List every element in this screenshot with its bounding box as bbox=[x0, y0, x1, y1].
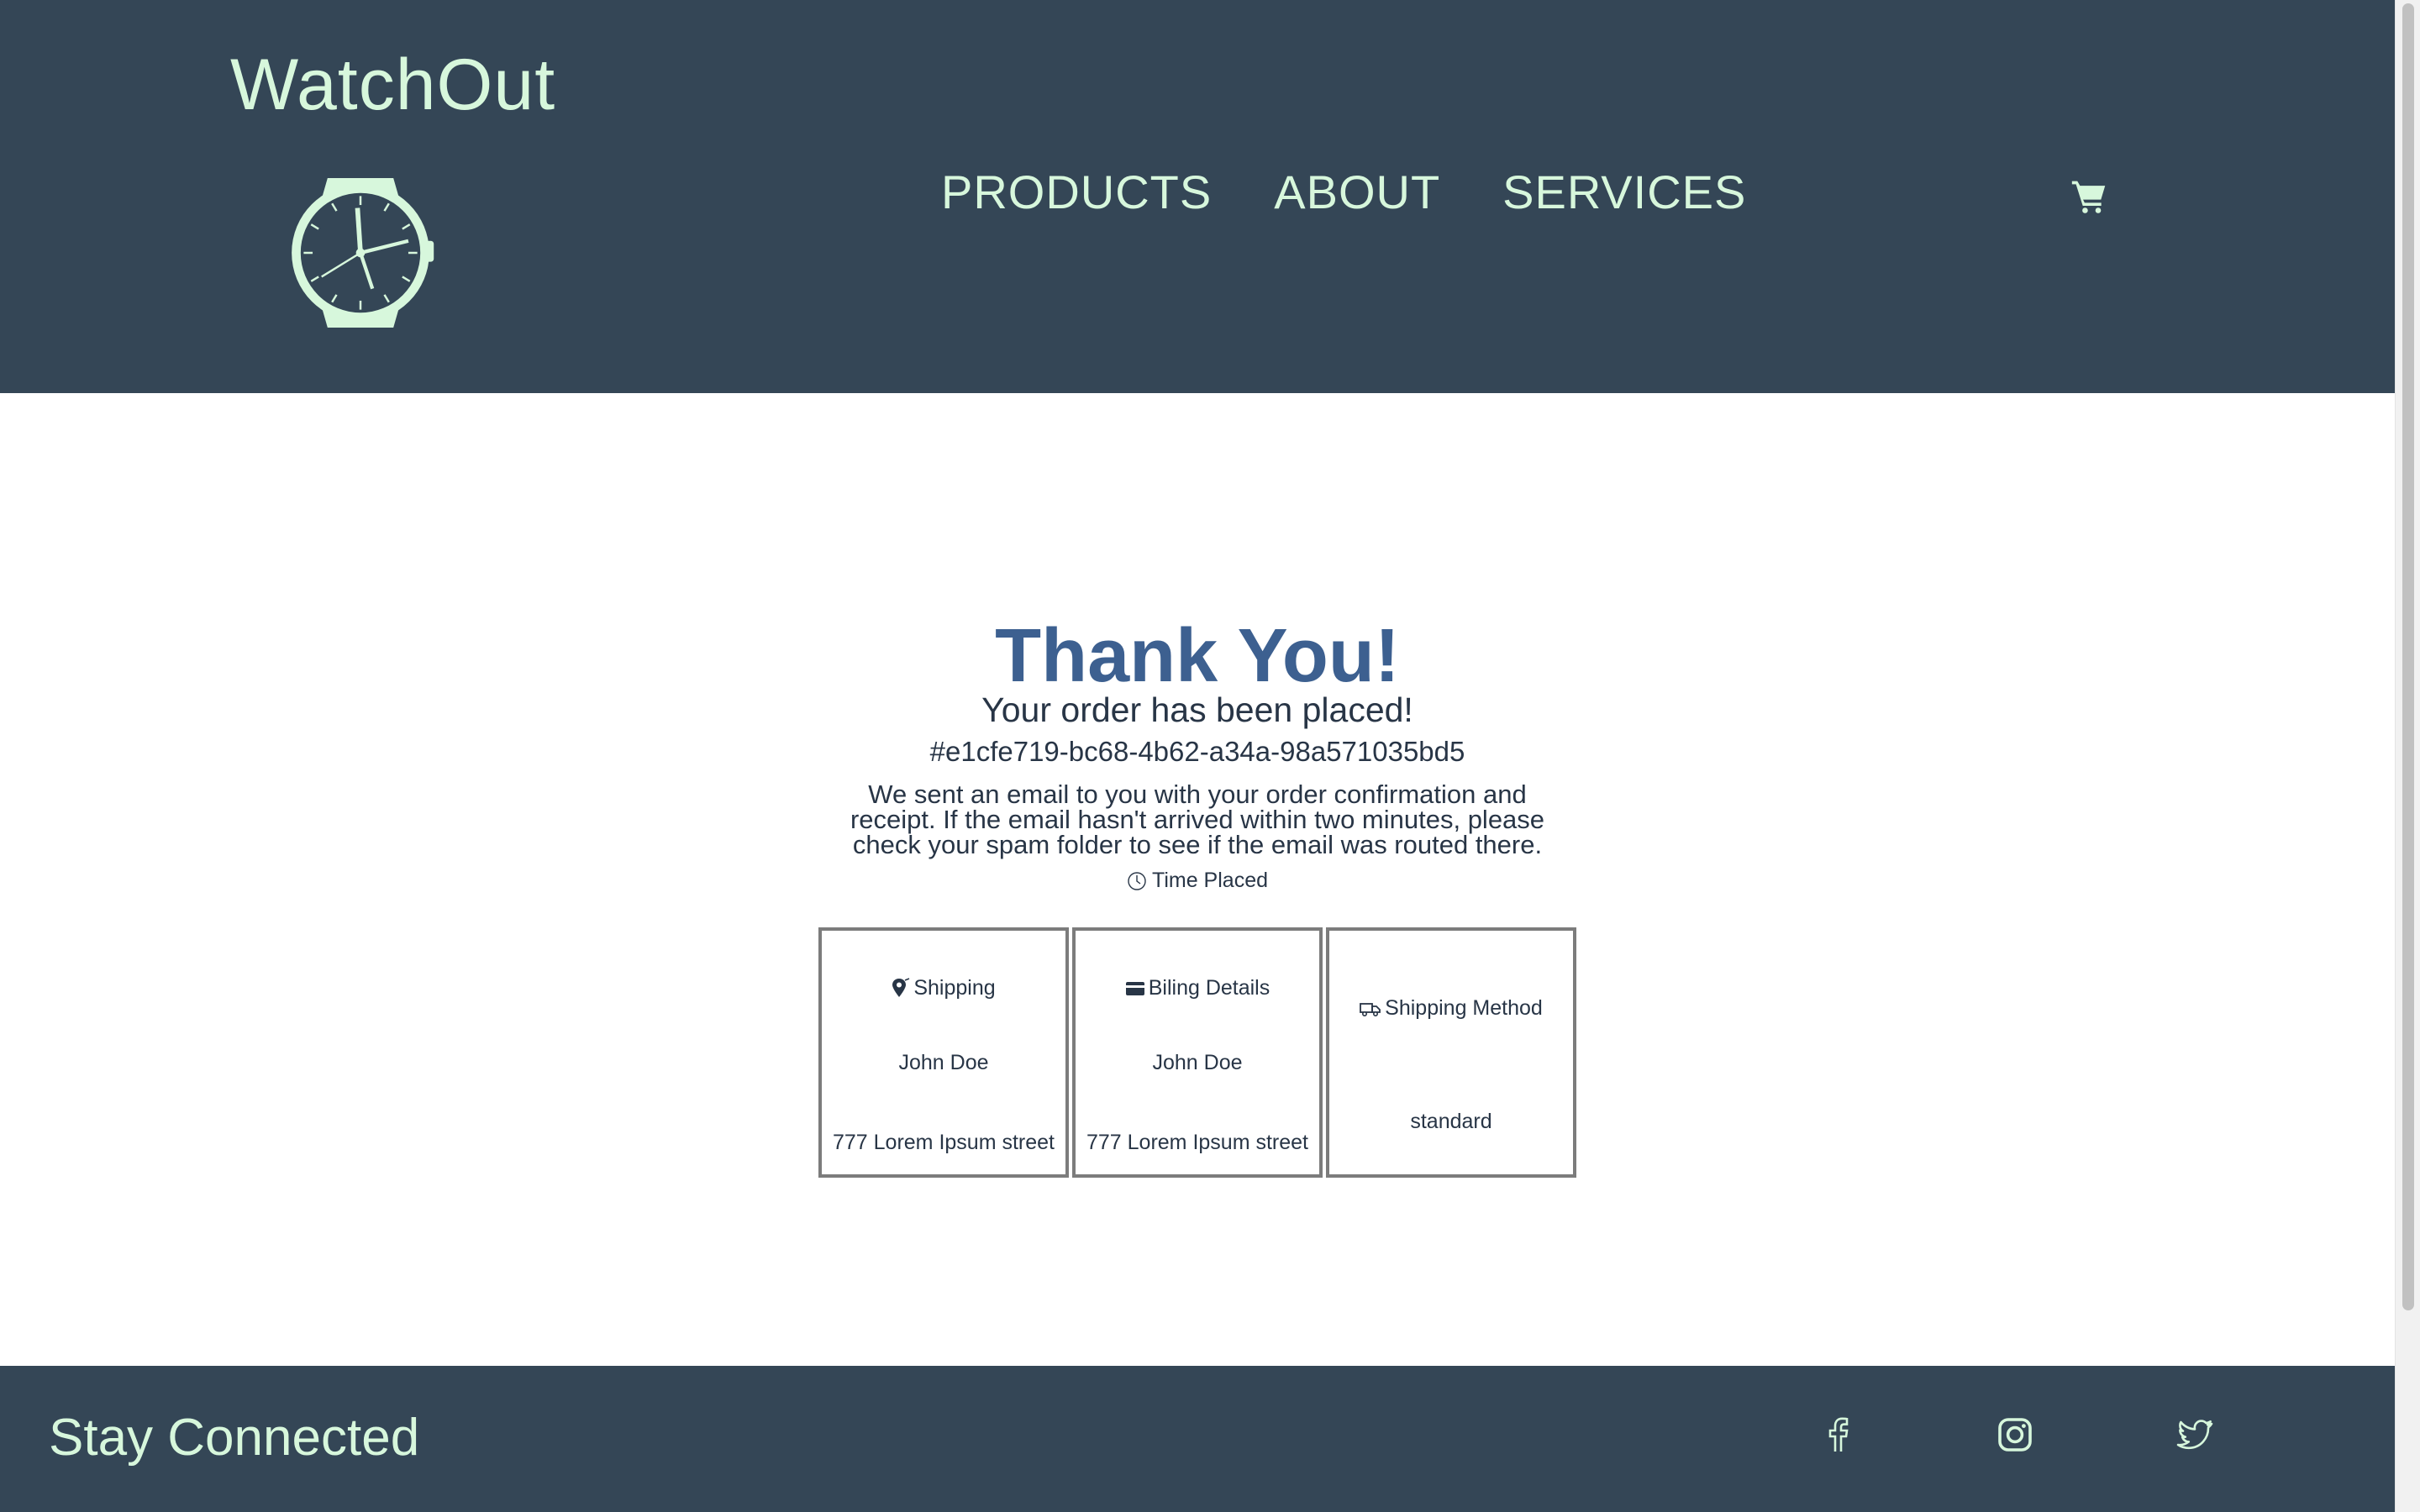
order-id: #e1cfe719-bc68-4b62-a34a-98a571035bd5 bbox=[929, 736, 1465, 767]
brand-title[interactable]: WatchOut bbox=[230, 44, 555, 127]
footer-title: Stay Connected bbox=[49, 1409, 420, 1467]
email-notice: We sent an email to you with your order … bbox=[850, 780, 1545, 859]
main-nav: PRODUCTS ABOUT SERVICES bbox=[941, 165, 1808, 219]
map-pin-icon bbox=[892, 977, 910, 997]
nav-services[interactable]: SERVICES bbox=[1502, 165, 1746, 219]
billing-address: 777 Lorem Ipsum street bbox=[1086, 1131, 1308, 1154]
billing-name: John Doe bbox=[1152, 1051, 1243, 1074]
shipping-card-title: Shipping bbox=[892, 976, 996, 1000]
site-footer: Stay Connected bbox=[0, 1366, 2395, 1512]
shipping-method-title: Shipping Method bbox=[1360, 996, 1543, 1021]
page: WatchOut PRODUCTS ABOUT SERVICES Thank Y… bbox=[0, 0, 2420, 1512]
shipping-address: 777 Lorem Ipsum street bbox=[832, 1131, 1055, 1154]
instagram-icon[interactable] bbox=[1995, 1415, 2035, 1455]
scrollbar-thumb[interactable] bbox=[2402, 3, 2414, 1310]
site-header: WatchOut PRODUCTS ABOUT SERVICES bbox=[0, 0, 2395, 393]
clock-icon bbox=[1128, 871, 1146, 890]
time-placed-label: Time Placed bbox=[1151, 869, 1268, 892]
shipping-method-card: Shipping Method standard bbox=[1326, 927, 1576, 1178]
vertical-scrollbar[interactable] bbox=[2395, 0, 2420, 1512]
order-detail-cards: Shipping John Doe 777 Lorem Ipsum street… bbox=[818, 927, 1576, 1178]
shopping-cart-icon[interactable] bbox=[2070, 178, 2107, 215]
wristwatch-icon[interactable] bbox=[286, 175, 435, 331]
order-confirmation: Thank You! Your order has been placed! #… bbox=[0, 393, 2395, 1366]
order-placed-subheading: Your order has been placed! bbox=[981, 690, 1413, 729]
truck-icon bbox=[1360, 1002, 1381, 1016]
shipping-card: Shipping John Doe 777 Lorem Ipsum street bbox=[818, 927, 1069, 1178]
billing-card: Biling Details John Doe 777 Lorem Ipsum … bbox=[1072, 927, 1323, 1178]
shipping-name: John Doe bbox=[898, 1051, 989, 1074]
facebook-icon[interactable] bbox=[1817, 1415, 1857, 1455]
twitter-icon[interactable] bbox=[2175, 1415, 2215, 1455]
nav-products[interactable]: PRODUCTS bbox=[941, 165, 1212, 219]
credit-card-icon bbox=[1125, 981, 1144, 995]
time-placed: Time Placed bbox=[0, 869, 2395, 893]
thank-you-heading: Thank You! bbox=[995, 614, 1400, 698]
billing-card-title: Biling Details bbox=[1125, 976, 1270, 1000]
nav-about[interactable]: ABOUT bbox=[1274, 165, 1440, 219]
shipping-method-value: standard bbox=[1410, 1110, 1492, 1133]
